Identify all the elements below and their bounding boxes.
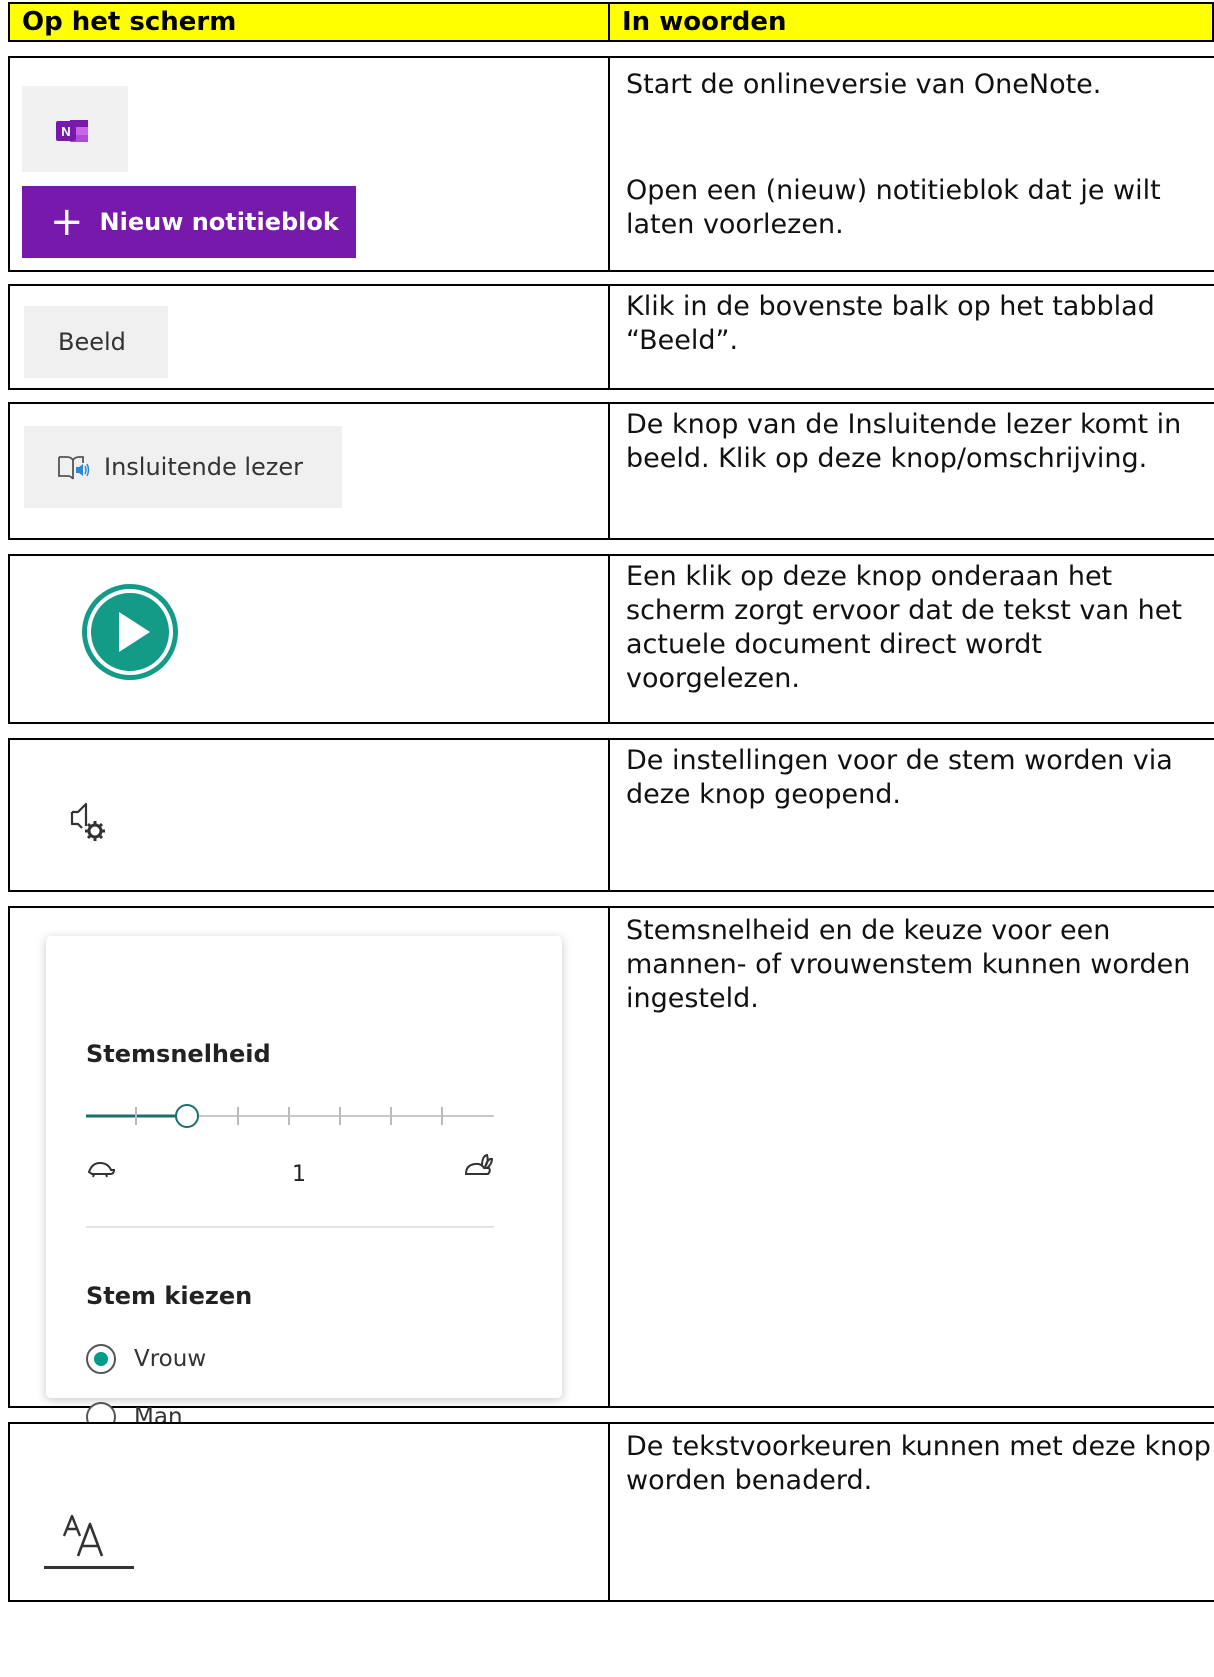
column-divider (608, 740, 610, 890)
voice-title: Stem kiezen (86, 1282, 253, 1310)
row-media: + Nieuw notitieblok (10, 172, 608, 270)
column-divider (608, 172, 610, 270)
table-row: Insluitende lezer De knop van de Insluit… (8, 402, 1214, 540)
column-divider (608, 58, 610, 172)
row-description: Klik in de bovenste balk op het tabblad … (626, 291, 1155, 356)
immersive-reader-label: Insluitende lezer (104, 453, 304, 481)
row-description: De tekstvoorkeuren kunnen met deze knop … (626, 1431, 1211, 1496)
onenote-tile[interactable]: N (22, 86, 128, 172)
table-row: Stemsnelheid 1 Stem kiezen Vrouw Man Ste… (8, 906, 1214, 1432)
table-row: De tekstvoorkeuren kunnen met deze knop … (8, 1422, 1214, 1602)
table-row: Een klik op deze knop onderaan het scher… (8, 554, 1214, 724)
header-col-screen: Op het scherm (22, 7, 237, 37)
tab-beeld[interactable]: Beeld (24, 306, 168, 378)
row-media: Beeld (10, 286, 608, 388)
slider-thumb (175, 1104, 199, 1128)
column-divider (608, 908, 610, 1406)
row-media: N (10, 58, 608, 172)
column-divider (608, 1424, 610, 1600)
speed-slider[interactable] (86, 1096, 498, 1136)
table-row: N Start de onlineversie van OneNote. (8, 56, 1214, 174)
radio-label: Vrouw (134, 1346, 207, 1372)
row-description: Open een (nieuw) notitieblok dat je wilt… (626, 175, 1161, 240)
speed-title: Stemsnelheid (86, 1040, 271, 1068)
new-notebook-label: Nieuw notitieblok (99, 208, 339, 236)
onenote-icon: N (56, 120, 88, 142)
row-media: Stemsnelheid 1 Stem kiezen Vrouw Man (10, 908, 608, 1432)
row-description: Start de onlineversie van OneNote. (626, 69, 1102, 100)
row-media (10, 1424, 608, 1600)
row-description: Een klik op deze knop onderaan het scher… (626, 561, 1182, 694)
speed-value: 1 (292, 1162, 306, 1187)
column-divider (608, 404, 610, 538)
voice-settings-panel: Stemsnelheid 1 Stem kiezen Vrouw Man (46, 936, 562, 1432)
new-notebook-button[interactable]: + Nieuw notitieblok (22, 186, 356, 258)
table-row: + Nieuw notitieblok Open een (nieuw) not… (8, 172, 1214, 272)
onenote-letter: N (61, 124, 70, 139)
row-media: Insluitende lezer (10, 404, 608, 538)
table-row: Beeld Klik in de bovenste balk op het ta… (8, 284, 1214, 390)
voice-settings-icon[interactable] (68, 800, 110, 846)
header-divider (608, 4, 610, 40)
row-media (10, 740, 608, 890)
text-preferences-underline (44, 1566, 134, 1569)
table-header: Op het scherm In woorden (8, 2, 1214, 42)
column-divider (608, 286, 610, 388)
table-row: De instellingen voor de stem worden via … (8, 738, 1214, 892)
row-media (10, 556, 608, 722)
play-icon[interactable] (78, 580, 182, 684)
row-description: De instellingen voor de stem worden via … (626, 745, 1173, 810)
radio-option-vrouw[interactable]: Vrouw (86, 1344, 206, 1374)
immersive-reader-button[interactable]: Insluitende lezer (24, 426, 342, 508)
row-description: De knop van de Insluitende lezer komt in… (626, 409, 1182, 474)
rabbit-icon (464, 1153, 494, 1175)
column-divider (608, 556, 610, 722)
panel-divider (86, 1226, 494, 1228)
radio-button-selected[interactable] (86, 1344, 116, 1374)
immersive-reader-icon (58, 456, 90, 480)
text-preferences-icon[interactable] (50, 1512, 130, 1562)
turtle-icon (87, 1161, 116, 1178)
header-col-words: In woorden (622, 7, 787, 37)
plus-icon: + (50, 199, 84, 245)
row-description: Stemsnelheid en de keuze voor een mannen… (626, 915, 1191, 1014)
